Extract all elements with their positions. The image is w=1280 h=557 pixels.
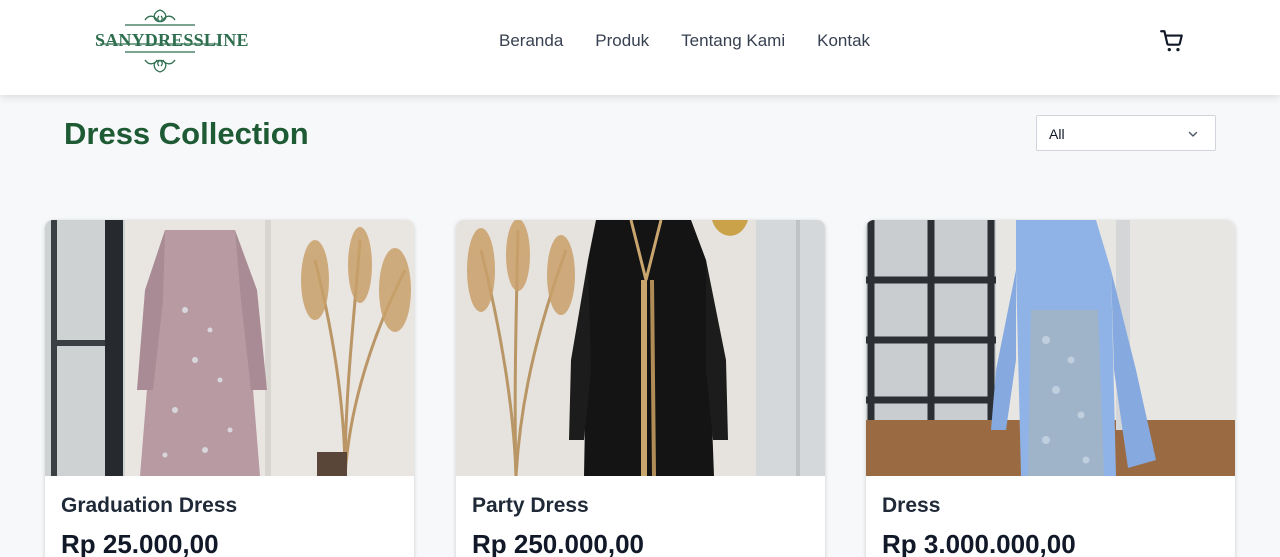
site-header: SANYDRESSLINE Beranda Produk Tentang Kam… xyxy=(0,0,1280,95)
product-image[interactable] xyxy=(456,220,825,476)
nav-beranda[interactable]: Beranda xyxy=(499,30,563,52)
product-name[interactable]: Graduation Dress xyxy=(61,494,237,518)
product-price: Rp 3.000.000,00 xyxy=(882,529,1076,557)
brand-logo[interactable]: SANYDRESSLINE xyxy=(95,8,249,74)
product-card[interactable]: Party Dress Rp 250.000,00 xyxy=(456,220,825,557)
nav-tentang-kami[interactable]: Tentang Kami xyxy=(681,30,785,52)
product-name[interactable]: Party Dress xyxy=(472,494,589,518)
product-card[interactable]: Dress Rp 3.000.000,00 xyxy=(866,220,1235,557)
product-image[interactable] xyxy=(45,220,414,476)
chevron-down-icon xyxy=(1188,131,1198,137)
product-name[interactable]: Dress xyxy=(882,494,940,518)
category-filter-select[interactable]: All xyxy=(1036,115,1216,151)
cart-icon xyxy=(1160,30,1183,52)
product-price: Rp 250.000,00 xyxy=(472,529,645,557)
nav-kontak[interactable]: Kontak xyxy=(817,30,870,52)
filter-selected-value: All xyxy=(1049,126,1065,142)
product-image[interactable] xyxy=(866,220,1235,476)
product-price: Rp 25.000,00 xyxy=(61,529,219,557)
product-photo xyxy=(866,220,1235,476)
cart-button[interactable] xyxy=(1159,28,1185,54)
product-photo xyxy=(456,220,825,476)
product-photo xyxy=(45,220,414,476)
nav-produk[interactable]: Produk xyxy=(595,30,649,52)
product-card[interactable]: Graduation Dress Rp 25.000,00 xyxy=(45,220,414,557)
main-nav: Beranda Produk Tentang Kami Kontak xyxy=(499,30,870,52)
logo-text: SANYDRESSLINE xyxy=(95,30,249,50)
page-title: Dress Collection xyxy=(64,116,309,151)
